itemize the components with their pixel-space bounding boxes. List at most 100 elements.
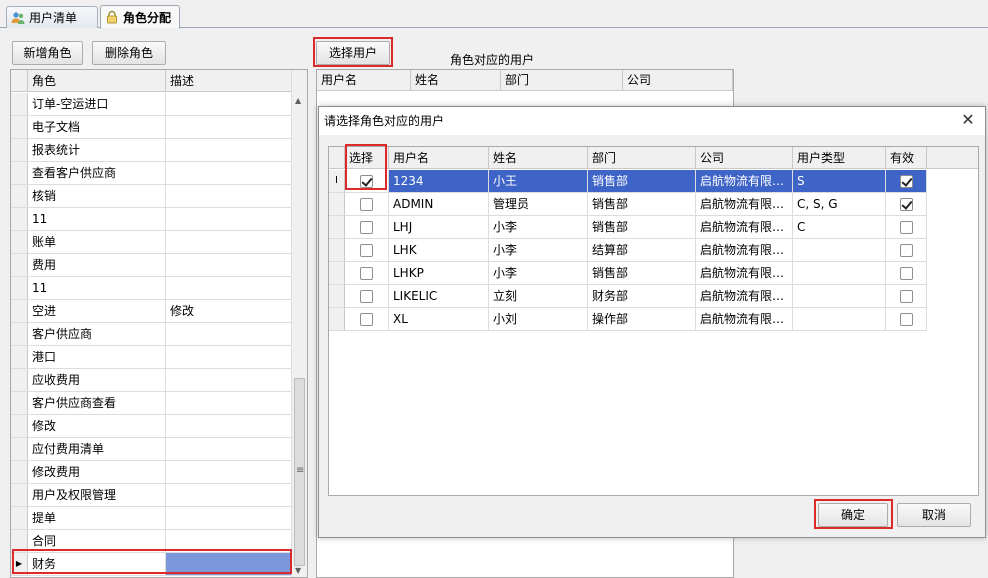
role-name-cell[interactable]: 应收费用 <box>28 369 166 391</box>
name-cell[interactable]: 小李 <box>489 262 588 285</box>
user-type-cell[interactable] <box>793 308 886 331</box>
role-description-cell[interactable] <box>166 139 292 161</box>
role-description-cell[interactable] <box>166 93 292 115</box>
role-row[interactable]: 11 <box>11 208 292 231</box>
user-row[interactable]: LHK 小李 结算部 启航物流有限… <box>329 239 927 262</box>
role-row[interactable]: 11 <box>11 277 292 300</box>
role-row[interactable]: 客户供应商 <box>11 323 292 346</box>
user-row[interactable]: LHKP 小李 销售部 启航物流有限… <box>329 262 927 285</box>
row-header[interactable] <box>11 392 28 414</box>
role-name-cell[interactable]: 空进 <box>28 300 166 322</box>
role-row[interactable]: 电子文档 <box>11 116 292 139</box>
role-row[interactable]: 港口 <box>11 346 292 369</box>
row-header[interactable] <box>11 300 28 322</box>
tab-user-list[interactable]: 用户清单 <box>6 6 98 28</box>
select-user-button[interactable]: 选择用户 <box>316 41 390 65</box>
column-header-company[interactable]: 公司 <box>623 70 733 91</box>
select-checkbox[interactable] <box>360 175 373 188</box>
row-header[interactable] <box>11 93 28 115</box>
column-header-department[interactable]: 部门 <box>588 147 696 169</box>
column-header-company[interactable]: 公司 <box>696 147 793 169</box>
company-cell[interactable]: 启航物流有限… <box>696 239 793 262</box>
row-header[interactable] <box>329 193 345 216</box>
user-type-cell[interactable] <box>793 262 886 285</box>
username-cell[interactable]: LIKELIC <box>389 285 489 308</box>
valid-checkbox[interactable] <box>900 267 913 280</box>
row-header[interactable] <box>329 216 345 239</box>
role-description-cell[interactable] <box>166 553 292 575</box>
valid-checkbox[interactable] <box>900 313 913 326</box>
role-row[interactable]: ▶ 财务 <box>11 553 292 576</box>
user-row[interactable]: LIKELIC 立刻 财务部 启航物流有限… <box>329 285 927 308</box>
user-row[interactable]: LHJ 小李 销售部 启航物流有限… C <box>329 216 927 239</box>
valid-checkbox[interactable] <box>900 290 913 303</box>
row-header[interactable] <box>11 438 28 460</box>
user-type-cell[interactable] <box>793 285 886 308</box>
user-row[interactable]: XL 小刘 操作部 启航物流有限… <box>329 308 927 331</box>
role-name-cell[interactable]: 电子文档 <box>28 116 166 138</box>
company-cell[interactable]: 启航物流有限… <box>696 308 793 331</box>
role-name-cell[interactable]: 查看客户供应商 <box>28 162 166 184</box>
select-checkbox[interactable] <box>360 267 373 280</box>
row-header[interactable] <box>11 346 28 368</box>
user-type-cell[interactable]: C <box>793 216 886 239</box>
role-description-cell[interactable] <box>166 507 292 529</box>
username-cell[interactable]: ADMIN <box>389 193 489 216</box>
department-cell[interactable]: 结算部 <box>588 239 696 262</box>
valid-checkbox[interactable] <box>900 244 913 257</box>
row-header[interactable] <box>11 507 28 529</box>
company-cell[interactable]: 启航物流有限… <box>696 193 793 216</box>
user-type-cell[interactable]: C, S, G <box>793 193 886 216</box>
row-header[interactable] <box>11 185 28 207</box>
column-header-username[interactable]: 用户名 <box>389 147 489 169</box>
department-cell[interactable]: 销售部 <box>588 193 696 216</box>
name-cell[interactable]: 管理员 <box>489 193 588 216</box>
role-description-cell[interactable] <box>166 162 292 184</box>
column-header-description[interactable]: 描述 <box>166 70 292 92</box>
row-header[interactable] <box>329 285 345 308</box>
role-description-cell[interactable] <box>166 530 292 552</box>
select-checkbox[interactable] <box>360 221 373 234</box>
username-cell[interactable]: XL <box>389 308 489 331</box>
user-row[interactable]: ADMIN 管理员 销售部 启航物流有限… C, S, G <box>329 193 927 216</box>
role-description-cell[interactable] <box>166 116 292 138</box>
valid-checkbox[interactable] <box>900 221 913 234</box>
column-header-name[interactable]: 姓名 <box>411 70 501 91</box>
role-row[interactable]: 应收费用 <box>11 369 292 392</box>
row-header[interactable] <box>11 369 28 391</box>
add-role-button[interactable]: 新增角色 <box>12 41 83 65</box>
row-header[interactable] <box>11 461 28 483</box>
role-description-cell[interactable] <box>166 185 292 207</box>
row-header[interactable] <box>11 415 28 437</box>
company-cell[interactable]: 启航物流有限… <box>696 285 793 308</box>
role-name-cell[interactable]: 核销 <box>28 185 166 207</box>
role-name-cell[interactable]: 修改费用 <box>28 461 166 483</box>
user-type-cell[interactable]: S <box>793 170 886 193</box>
role-row[interactable]: 合同 <box>11 530 292 553</box>
role-description-cell[interactable] <box>166 323 292 345</box>
column-header-select[interactable]: 选择 <box>345 147 389 169</box>
role-name-cell[interactable]: 客户供应商查看 <box>28 392 166 414</box>
role-description-cell[interactable] <box>166 438 292 460</box>
select-checkbox[interactable] <box>360 244 373 257</box>
role-description-cell[interactable] <box>166 277 292 299</box>
user-select-grid[interactable]: 选择 用户名 姓名 部门 公司 用户类型 有效 I 1234 小王 销售部 启航物流有限… <box>328 146 979 496</box>
role-description-cell[interactable] <box>166 369 292 391</box>
role-name-cell[interactable]: 用户及权限管理 <box>28 484 166 506</box>
name-cell[interactable]: 小李 <box>489 239 588 262</box>
close-icon[interactable]: ✕ <box>959 111 977 129</box>
role-name-cell[interactable]: 财务 <box>28 553 166 575</box>
role-row[interactable]: 客户供应商查看 <box>11 392 292 415</box>
valid-checkbox[interactable] <box>900 175 913 188</box>
row-header[interactable] <box>329 308 345 331</box>
current-row-arrow-icon[interactable]: ▶ <box>11 553 28 575</box>
department-cell[interactable]: 销售部 <box>588 262 696 285</box>
ok-button[interactable]: 确定 <box>818 503 888 527</box>
role-name-cell[interactable]: 11 <box>28 208 166 230</box>
name-cell[interactable]: 小李 <box>489 216 588 239</box>
column-header-user-type[interactable]: 用户类型 <box>793 147 886 169</box>
company-cell[interactable]: 启航物流有限… <box>696 216 793 239</box>
role-row[interactable]: 核销 <box>11 185 292 208</box>
username-cell[interactable]: LHK <box>389 239 489 262</box>
select-checkbox[interactable] <box>360 313 373 326</box>
